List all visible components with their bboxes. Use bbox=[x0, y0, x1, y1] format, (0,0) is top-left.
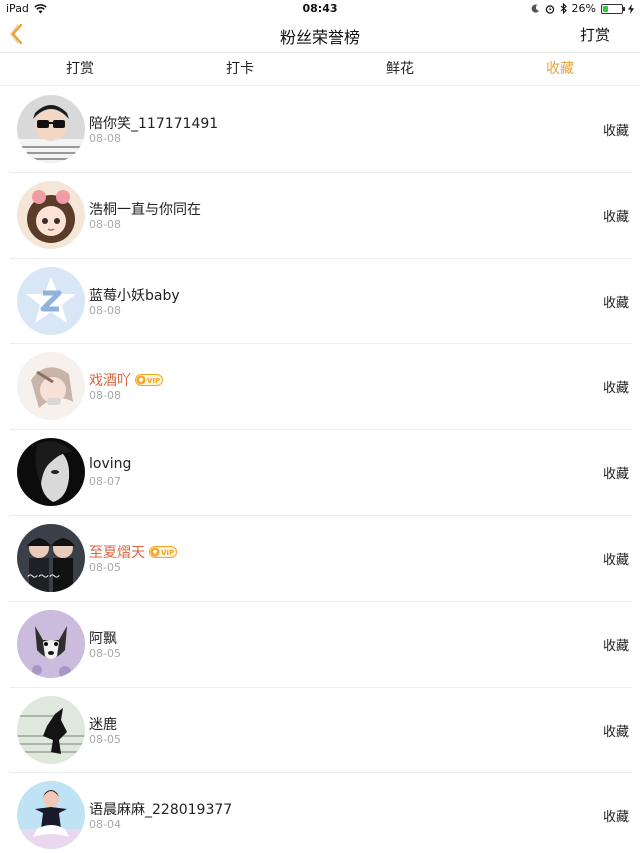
nav-bar: 粉丝荣誉榜 打赏 bbox=[0, 17, 640, 53]
battery-icon bbox=[601, 3, 625, 14]
avatar-default-z-icon[interactable] bbox=[17, 266, 85, 335]
favorite-action[interactable]: 收藏 bbox=[603, 549, 629, 568]
fan-date: 08-05 bbox=[89, 732, 121, 746]
battery-fill bbox=[603, 5, 608, 12]
fan-date: 08-05 bbox=[89, 646, 121, 660]
fan-name: 浩桐一直与你同在 bbox=[89, 201, 201, 218]
back-button[interactable] bbox=[6, 21, 28, 47]
fan-list-item[interactable]: loving 08-07 收藏 bbox=[10, 430, 632, 516]
fan-name: 至夏熠天 bbox=[89, 544, 145, 561]
status-right: 26% bbox=[531, 2, 634, 15]
fan-list-item[interactable]: 陪你笑_117171491 08-08 收藏 bbox=[10, 87, 632, 173]
battery-percent: 26% bbox=[571, 2, 596, 15]
avatar-husky-dog-icon[interactable] bbox=[17, 609, 85, 678]
avatar-silhouette-icon[interactable] bbox=[17, 695, 85, 764]
fan-list-item[interactable]: 阿飘 08-05 收藏 bbox=[10, 602, 632, 688]
fan-name-line: loving bbox=[89, 456, 131, 472]
fan-name-line: 至夏熠天 VIP bbox=[89, 542, 177, 562]
tab-flowers[interactable]: 鲜花 bbox=[320, 54, 480, 85]
tab-checkin[interactable]: 打卡 bbox=[160, 54, 320, 85]
fan-date: 08-07 bbox=[89, 475, 121, 489]
fan-list-item[interactable]: 戏酒吖 VIP 08-08 收藏 bbox=[10, 344, 632, 431]
page-title: 粉丝荣誉榜 bbox=[279, 28, 360, 47]
reward-button[interactable]: 打赏 bbox=[580, 24, 610, 45]
fan-name-line: 语晨麻麻_228019377 bbox=[89, 799, 232, 819]
favorite-action[interactable]: 收藏 bbox=[603, 721, 629, 740]
svg-text:〜〜〜: 〜〜〜 bbox=[27, 570, 60, 583]
favorite-action[interactable]: 收藏 bbox=[603, 120, 629, 139]
fan-list-item[interactable]: 浩桐一直与你同在 08-08 收藏 bbox=[10, 173, 632, 259]
avatar-child-dancer-icon[interactable] bbox=[17, 781, 85, 850]
alarm-icon bbox=[545, 4, 554, 14]
charging-icon bbox=[628, 3, 634, 14]
fan-name: 迷鹿 bbox=[89, 716, 117, 733]
fan-name-line: 迷鹿 bbox=[89, 714, 117, 734]
chevron-left-icon bbox=[10, 23, 23, 45]
tab-favorites[interactable]: 收藏 bbox=[480, 54, 640, 85]
fan-name-line: 蓝莓小妖baby bbox=[89, 285, 180, 305]
fan-date: 08-05 bbox=[89, 560, 121, 574]
bluetooth-icon bbox=[560, 3, 567, 14]
avatar-drama-poster-icon[interactable]: 〜〜〜 bbox=[17, 523, 85, 592]
fan-name-line: 戏酒吖 VIP bbox=[89, 370, 163, 390]
favorite-action[interactable]: 收藏 bbox=[603, 635, 629, 654]
favorite-action[interactable]: 收藏 bbox=[603, 206, 629, 225]
tab-reward[interactable]: 打赏 bbox=[0, 54, 160, 85]
fan-list-item[interactable]: 语晨麻麻_228019377 08-04 收藏 bbox=[10, 773, 632, 853]
fan-date: 08-08 bbox=[89, 132, 121, 145]
fan-date: 08-04 bbox=[89, 818, 121, 832]
favorite-action[interactable]: 收藏 bbox=[603, 292, 629, 311]
vip-badge-text: VIP bbox=[147, 377, 160, 385]
fan-list-item[interactable]: 〜〜〜 至夏熠天 VIP 08-05 收藏 bbox=[10, 516, 632, 602]
status-bar: iPad 08:43 26% bbox=[0, 0, 640, 17]
avatar-girl-sketch-icon[interactable] bbox=[17, 352, 85, 421]
favorite-action[interactable]: 收藏 bbox=[603, 806, 629, 825]
fan-list: 陪你笑_117171491 08-08 收藏 浩桐一直与你同在 08-08 收藏 蓝莓小妖b… bbox=[0, 87, 640, 853]
fan-name-line: 浩桐一直与你同在 bbox=[89, 199, 201, 219]
favorite-action[interactable]: 收藏 bbox=[603, 377, 629, 396]
fan-name-line: 阿飘 bbox=[89, 628, 117, 648]
vip-badge-icon: VIP bbox=[149, 545, 177, 558]
fan-name: 陪你笑_117171491 bbox=[89, 116, 219, 132]
fan-date: 08-08 bbox=[89, 389, 121, 403]
moon-icon bbox=[531, 4, 539, 13]
fan-name: 阿飘 bbox=[89, 630, 117, 647]
fan-name-line: 陪你笑_117171491 bbox=[89, 113, 218, 133]
avatar-dark-portrait-icon[interactable] bbox=[17, 438, 85, 507]
tab-bar: 打赏 打卡 鲜花 收藏 bbox=[0, 54, 640, 86]
avatar-sunglasses-icon[interactable] bbox=[17, 95, 85, 163]
fan-date: 08-08 bbox=[89, 217, 121, 231]
avatar-anime-girl-icon[interactable] bbox=[17, 180, 85, 249]
fan-name: loving bbox=[89, 456, 132, 473]
fan-name: 语晨麻麻_228019377 bbox=[89, 802, 233, 819]
favorite-action[interactable]: 收藏 bbox=[603, 463, 629, 482]
vip-badge-text: VIP bbox=[161, 549, 174, 557]
fan-date: 08-08 bbox=[89, 303, 121, 317]
fan-list-item[interactable]: 迷鹿 08-05 收藏 bbox=[10, 688, 632, 774]
fan-name: 蓝莓小妖baby bbox=[89, 287, 180, 304]
fan-name: 戏酒吖 bbox=[89, 373, 131, 390]
vip-badge-icon: VIP bbox=[135, 374, 163, 387]
fan-list-item[interactable]: 蓝莓小妖baby 08-08 收藏 bbox=[10, 259, 632, 345]
